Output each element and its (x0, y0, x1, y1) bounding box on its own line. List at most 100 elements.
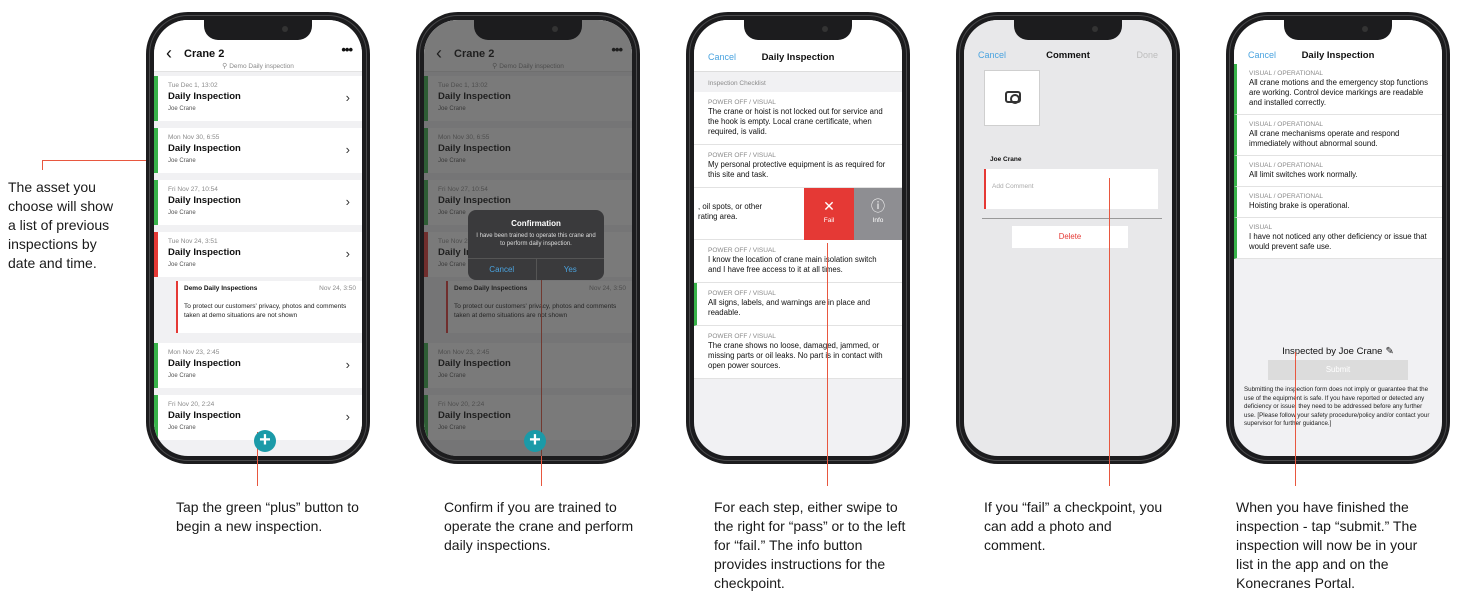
side-note: The asset you choose will show a list of… (8, 179, 114, 271)
item-text: I know the location of crane main isolat… (708, 255, 877, 274)
cancel-button[interactable]: Cancel (468, 259, 537, 280)
item-date: Tue Dec 1, 13:02 (168, 82, 218, 89)
item-date: Mon Nov 30, 6:55 (168, 134, 220, 141)
phone-3: Cancel Daily Inspection Inspection Check… (686, 12, 910, 464)
phone-4: Cancel Done Comment Joe Crane Add Commen… (956, 12, 1180, 464)
item-user: Joe Crane (168, 210, 196, 216)
checklist-screen: Cancel Daily Inspection Inspection Check… (694, 20, 902, 456)
item-title: Daily Inspection (168, 91, 241, 102)
item-date: Tue Nov 24, 3:51 (168, 238, 218, 245)
item-title: Daily Inspection (168, 410, 241, 421)
caption-2: Confirm if you are trained to operate th… (444, 499, 634, 553)
comment-placeholder: Add Comment (992, 183, 1034, 190)
dialog-body: I have been trained to operate this cran… (476, 233, 596, 247)
item-date: Fri Nov 20, 2:24 (168, 401, 215, 408)
submit-button[interactable]: Submit (1268, 360, 1408, 380)
checklist-item[interactable]: POWER OFF / VISUAL My personal protectiv… (694, 145, 902, 188)
chevron-right-icon: › (345, 194, 350, 209)
item-category: POWER OFF / VISUAL (708, 333, 776, 340)
checklist-item[interactable]: VISUAL / OPERATIONAL All limit switches … (1234, 156, 1442, 187)
list-item[interactable]: Mon Nov 23, 2:45 Daily Inspection Joe Cr… (154, 343, 362, 388)
caption-4: If you “fail” a checkpoint, you can add … (984, 499, 1163, 553)
chevron-left-icon[interactable]: ‹ (166, 44, 172, 62)
item-title: Daily Inspection (168, 247, 241, 258)
list-item[interactable]: Mon Nov 30, 6:55 Daily Inspection Joe Cr… (154, 128, 362, 173)
item-user: Joe Crane (168, 262, 196, 268)
checklist-item[interactable]: POWER OFF / VISUAL The crane shows no lo… (694, 326, 902, 379)
tutorial-stage: The asset you choose will show a list of… (0, 0, 1460, 596)
fail-button[interactable]: ✕ Fail (804, 188, 854, 240)
checklist-item[interactable]: VISUAL I have not noticed any other defi… (1234, 218, 1442, 259)
submit-screen: Cancel Daily Inspection VISUAL / OPERATI… (1234, 20, 1442, 456)
yes-button[interactable]: Yes (537, 259, 605, 280)
close-icon: ✕ (823, 198, 835, 214)
dialog-title: Confirmation (511, 219, 561, 228)
plus-icon: + (524, 430, 546, 452)
checklist-item[interactable]: POWER OFF / VISUAL The crane or hoist is… (694, 92, 902, 145)
item-category: POWER OFF / VISUAL (708, 247, 776, 254)
item-text: The crane or hoist is not locked out for… (708, 107, 883, 136)
item-title: Daily Inspection (168, 195, 241, 206)
asset-title: Crane 2 (184, 48, 225, 60)
notch (1014, 20, 1122, 40)
item-user: Joe Crane (168, 158, 196, 164)
page-title: Daily Inspection (761, 52, 835, 63)
phone-1: ‹ Crane 2 ••• ⚲ Demo Daily inspection Tue… (146, 12, 370, 464)
item-user: Joe Crane (168, 373, 196, 379)
checklist-item[interactable]: VISUAL / OPERATIONAL Hoisting brake is o… (1234, 187, 1442, 218)
list-item[interactable]: Tue Dec 1, 13:02 Daily Inspection Joe Cr… (154, 76, 362, 121)
chevron-right-icon: › (345, 409, 350, 424)
page-title: Comment (1046, 50, 1090, 61)
inspected-by[interactable]: Inspected by Joe Crane ✎ (1234, 346, 1442, 357)
item-text: My personal protective equipment is as r… (708, 160, 886, 179)
comment-user: Joe Crane (990, 156, 1022, 163)
checklist-item[interactable]: POWER OFF / VISUAL I know the location o… (694, 240, 902, 283)
chevron-right-icon: › (345, 90, 350, 105)
checklist: POWER OFF / VISUAL The crane or hoist is… (694, 92, 902, 379)
info-icon: ⓘ (871, 198, 885, 214)
divider (982, 218, 1162, 219)
notch (474, 20, 582, 40)
item-date: Mon Nov 23, 2:45 (168, 349, 220, 356)
item-user: Joe Crane (168, 106, 196, 112)
item-category: VISUAL / OPERATIONAL (1249, 193, 1324, 200)
section-label: Inspection Checklist (708, 80, 766, 87)
item-title: Daily Inspection (168, 358, 241, 369)
page-title: Daily Inspection (1301, 50, 1375, 61)
plus-icon[interactable]: + (254, 430, 276, 452)
phone-2: ‹ Crane 2 ••• ⚲Demo Daily inspection Tue… (416, 12, 640, 464)
inspection-list-screen: ‹ Crane 2 ••• ⚲ Demo Daily inspection Tue… (154, 20, 362, 456)
more-icon[interactable]: ••• (341, 42, 353, 57)
item-category: POWER OFF / VISUAL (708, 290, 776, 297)
confirmation-screen: ‹ Crane 2 ••• ⚲Demo Daily inspection Tue… (424, 20, 632, 456)
item-text: The crane shows no loose, damaged, jamme… (708, 341, 883, 370)
item-category: VISUAL / OPERATIONAL (1249, 162, 1324, 169)
item-category: VISUAL / OPERATIONAL (1249, 70, 1324, 77)
list-item[interactable]: Fri Nov 27, 10:54 Daily Inspection Joe C… (154, 180, 362, 225)
demo-note: Demo Daily Inspections Nov 24, 3:50 To p… (176, 281, 362, 333)
fail-label: Fail (823, 217, 835, 224)
caption-1: Tap the green “plus” button to begin a n… (176, 499, 359, 534)
swiped-checklist-item[interactable]: , oil spots, or other rating area. ✕ Fai… (694, 188, 902, 240)
pencil-icon[interactable]: ✎ (1385, 346, 1393, 357)
notch (744, 20, 852, 40)
checklist-item[interactable]: VISUAL / OPERATIONAL All crane mechanism… (1234, 115, 1442, 156)
chevron-right-icon: › (345, 357, 350, 372)
item-category: VISUAL / OPERATIONAL (1249, 121, 1324, 128)
chevron-right-icon: › (345, 246, 350, 261)
leader-line (1295, 352, 1296, 486)
info-button[interactable]: ⓘ Info (854, 188, 902, 240)
item-text: All crane motions and the emergency stop… (1249, 78, 1428, 107)
list-item[interactable]: Tue Nov 24, 3:51 Daily Inspection Joe Cr… (154, 232, 362, 277)
leader-line (42, 160, 43, 170)
checklist-item[interactable]: VISUAL / OPERATIONAL All crane motions a… (1234, 64, 1442, 115)
item-category: VISUAL (1249, 224, 1273, 231)
checklist-item[interactable]: POWER OFF / VISUAL All signs, labels, an… (694, 283, 902, 326)
item-user: Joe Crane (168, 425, 196, 431)
comment-field[interactable]: Add Comment (984, 169, 1158, 209)
add-photo-button[interactable] (984, 70, 1040, 126)
delete-button[interactable]: Delete (1012, 226, 1128, 248)
inspected-by-label: Inspected by Joe Crane (1282, 346, 1383, 357)
disclaimer: Submitting the inspection form does not … (1244, 386, 1430, 427)
note-message: To protect our customers' privacy, photo… (184, 303, 347, 319)
